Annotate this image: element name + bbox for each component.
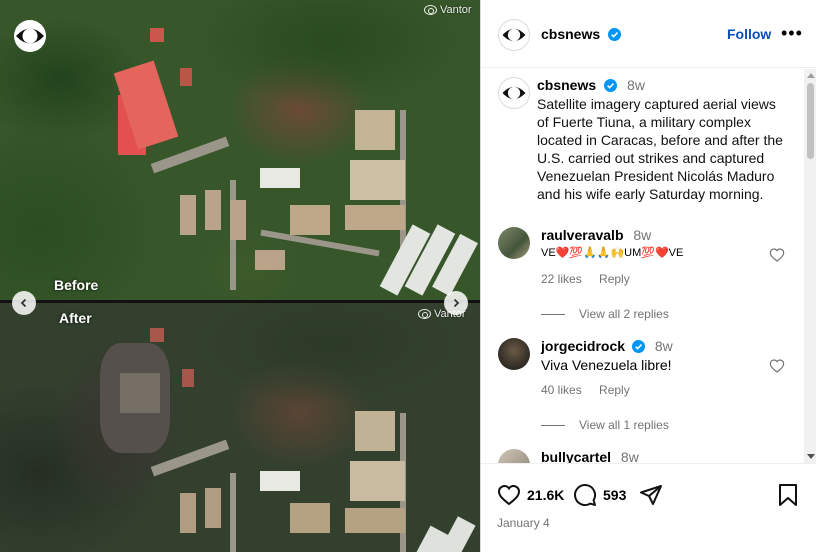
comment-meta: 22 likes Reply [541, 272, 644, 286]
watermark-top: Vantor [424, 4, 472, 16]
heart-icon[interactable] [769, 247, 785, 263]
header-user: cbsnews [541, 26, 621, 44]
verified-badge-icon [607, 28, 621, 41]
caption-username[interactable]: cbsnews [537, 77, 596, 93]
after-image [0, 303, 480, 552]
raulveravalb-avatar[interactable] [498, 227, 530, 259]
save-button[interactable] [777, 483, 799, 507]
after-label: After [59, 310, 92, 326]
comment-text: Viva Venezuela libre! [541, 357, 672, 373]
heart-icon[interactable] [769, 358, 785, 374]
comment-username[interactable]: bullycartel [541, 449, 611, 463]
jorgecidrock-avatar[interactable] [498, 338, 530, 370]
comments-scrollbar[interactable] [804, 69, 816, 463]
before-image [0, 0, 480, 300]
comment-time: 8w [620, 449, 639, 463]
before-label: Before [54, 277, 99, 293]
post-media: Vantor Vantor Before After [0, 0, 480, 552]
share-button[interactable] [639, 483, 663, 507]
caption-text: Satellite imagery captured aerial views … [537, 96, 783, 202]
comment-time: 8w [654, 338, 673, 354]
likes-count: 21.6K [527, 487, 565, 503]
verified-badge-icon [631, 340, 645, 353]
scroll-up-arrow-icon[interactable] [807, 73, 815, 78]
bullycartel-avatar[interactable] [498, 449, 530, 463]
chevron-left-icon [20, 298, 27, 308]
comment-button[interactable]: 593 [573, 483, 626, 507]
chevron-right-icon [453, 298, 460, 308]
comment-username[interactable]: jorgecidrock [541, 338, 625, 354]
comments-count: 593 [603, 487, 627, 503]
comment-likes[interactable]: 40 likes [541, 383, 582, 397]
heart-icon [497, 484, 521, 506]
comment-meta: 40 likes Reply [541, 383, 644, 397]
view-replies-button[interactable]: View all 2 replies [541, 307, 669, 321]
post-actions: 21.6K 593 January 4 [481, 463, 816, 552]
vantor-logo-icon [424, 5, 437, 15]
reply-button[interactable]: Reply [599, 383, 630, 397]
comment-author: raulveravalb 8w [541, 227, 651, 243]
vantor-logo-icon [418, 309, 431, 319]
cbs-eye-logo-icon [502, 86, 526, 100]
comment-author: jorgecidrock 8w [541, 338, 673, 354]
comment-likes[interactable]: 22 likes [541, 272, 582, 286]
comment-time: 8w [633, 227, 652, 243]
post-side-panel: cbsnews Follow ••• cbsnews 8w Satellite … [480, 0, 816, 552]
header-username[interactable]: cbsnews [541, 26, 600, 42]
view-replies-button[interactable]: View all 1 replies [541, 418, 669, 432]
scroll-down-arrow-icon[interactable] [807, 454, 815, 459]
comment-text: VE❤️💯🙏🙏🙌UM💯❤️VE [541, 247, 684, 259]
comment-username[interactable]: raulveravalb [541, 227, 624, 243]
caption-time: 8w [627, 77, 645, 93]
cbs-eye-logo-icon [502, 28, 526, 42]
cbsnews-avatar[interactable] [498, 77, 530, 109]
scroll-thumb[interactable] [807, 83, 814, 159]
reply-button[interactable]: Reply [599, 272, 630, 286]
post-header: cbsnews Follow ••• [481, 0, 816, 68]
next-button[interactable] [444, 291, 468, 315]
cbsnews-avatar[interactable] [498, 19, 530, 51]
post-date: January 4 [497, 516, 550, 530]
verified-badge-icon [603, 79, 617, 92]
bookmark-icon [779, 484, 797, 506]
caption-author: cbsnews 8w [537, 77, 645, 95]
cbs-eye-logo-icon [14, 20, 46, 52]
more-options-icon[interactable]: ••• [781, 24, 803, 42]
comment-icon [574, 484, 597, 507]
send-icon [640, 485, 662, 505]
like-button[interactable]: 21.6K [497, 483, 564, 507]
previous-button[interactable] [12, 291, 36, 315]
follow-button[interactable]: Follow [727, 26, 771, 42]
comments-list[interactable]: cbsnews 8w Satellite imagery captured ae… [481, 69, 804, 463]
comment-author: bullycartel 8w [541, 449, 639, 463]
